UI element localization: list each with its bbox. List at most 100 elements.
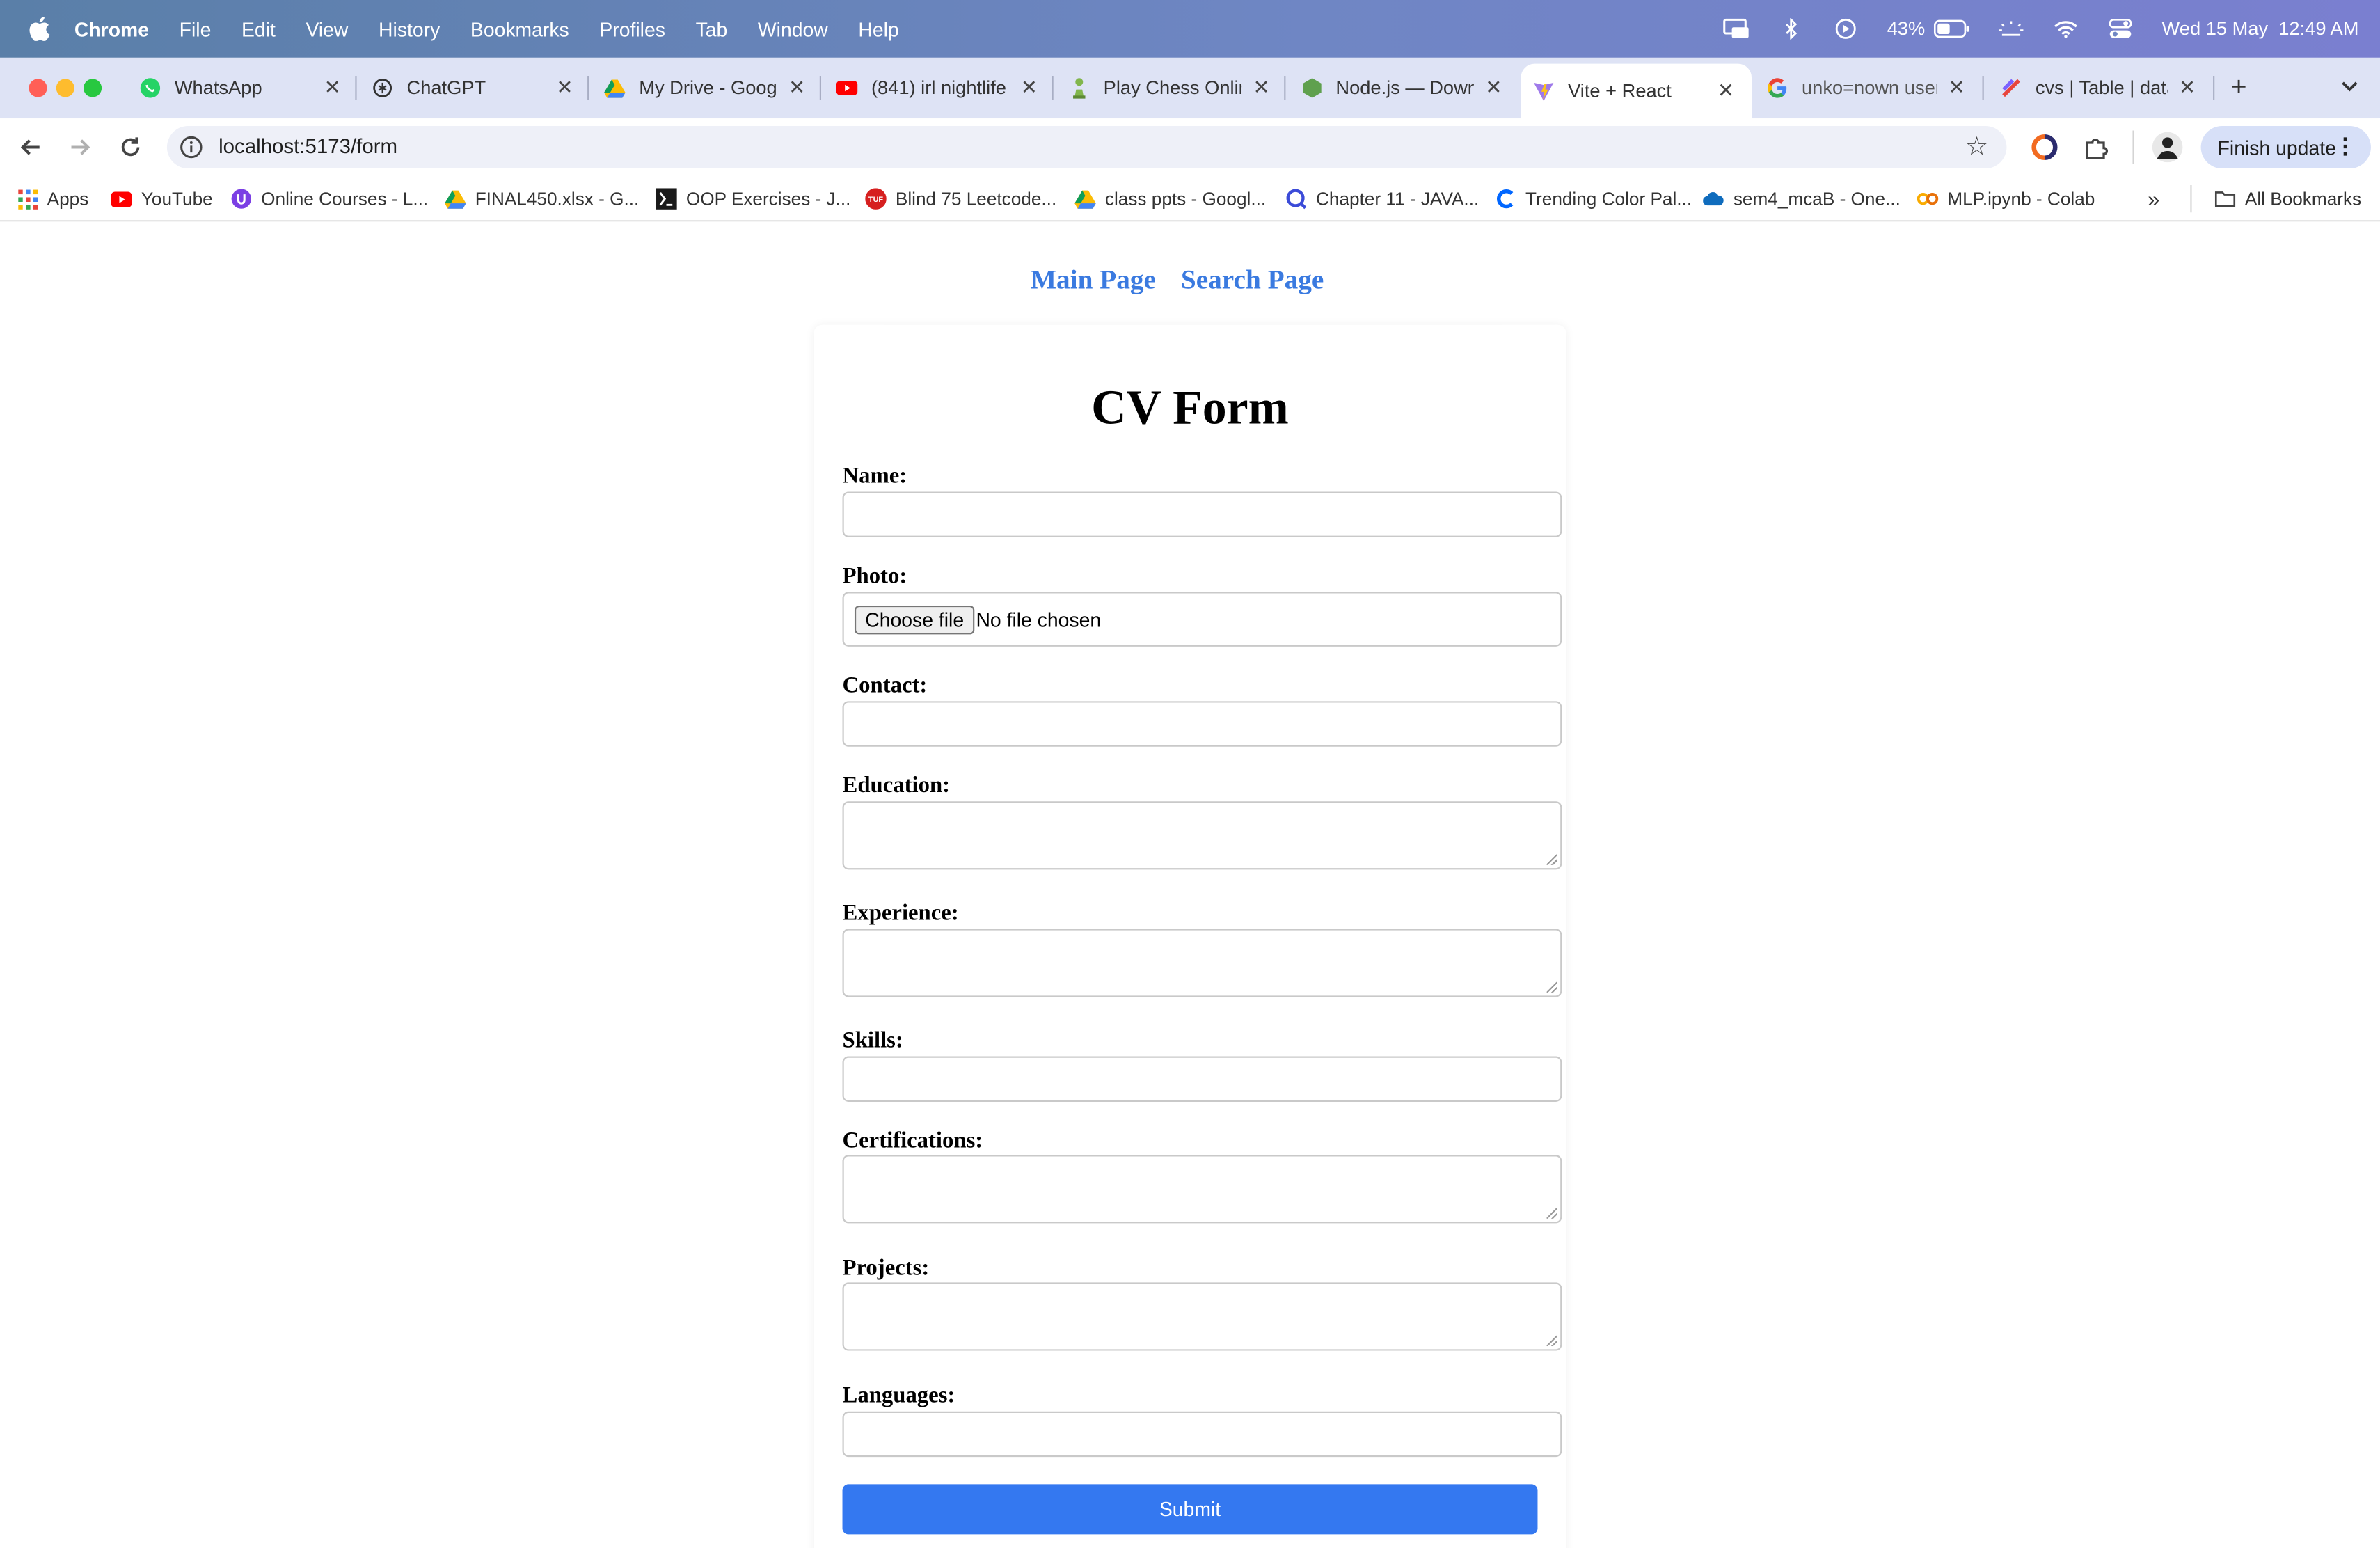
tab-divider [1052,76,1054,100]
close-icon[interactable]: ✕ [2177,76,2198,99]
tuf-icon: TUF [865,188,887,210]
tab-divider [355,76,357,100]
url-text[interactable]: localhost:5173/form [219,135,397,158]
all-bookmarks-button[interactable]: All Bookmarks [2214,187,2361,211]
tab-vite-react[interactable]: Vite + React ✕ [1521,63,1752,119]
reload-icon[interactable] [116,132,146,163]
tab-search-chevron-icon[interactable] [2335,71,2365,102]
bookmark-star-icon[interactable]: ☆ [1965,132,1988,163]
photo-file-input[interactable]: Choose file No file chosen [842,592,1562,647]
extensions-puzzle-icon[interactable] [2081,132,2111,163]
menu-view[interactable]: View [306,17,348,40]
languages-input[interactable] [842,1411,1562,1458]
contact-input[interactable] [842,701,1562,747]
main-page-link[interactable]: Main Page [1031,264,1156,296]
bookmark-label: Online Courses - L... [261,188,429,210]
tab-youtube[interactable]: (841) irl nightlife ✕ [836,67,1040,109]
bluetooth-icon[interactable] [1778,18,1805,40]
menu-history[interactable]: History [379,17,440,40]
close-window-button[interactable] [29,79,47,97]
close-icon[interactable]: ✕ [1715,79,1737,102]
address-bar[interactable]: localhost:5173/form ☆ [166,125,2007,169]
bookmark-label: class ppts - Googl... [1104,188,1267,210]
screen-mirroring-icon[interactable] [1723,18,1750,40]
menu-help[interactable]: Help [858,17,898,40]
google-icon [1767,77,1788,99]
choose-file-button[interactable]: Choose file [854,605,975,635]
skills-label: Skills: [842,1029,903,1054]
status-area: 43% Wed 15 May 12:49 AM [1723,0,2358,58]
tab-chess[interactable]: Play Chess Onlin ✕ [1069,67,1272,109]
nodejs-icon [1301,77,1322,99]
more-bookmarks-chevron-icon[interactable]: » [2148,187,2159,211]
datetime[interactable]: Wed 15 May 12:49 AM [2162,18,2359,40]
minimize-window-button[interactable] [56,79,74,97]
tab-title: My Drive - Googl [639,77,777,99]
onedrive-icon [1703,188,1724,210]
back-arrow-icon[interactable] [15,132,46,163]
brightness-icon[interactable] [1998,18,2025,40]
colab-icon [1917,188,1939,210]
bookmark-sem4[interactable]: sem4_mcaB - One... [1703,187,1901,211]
tab-my-drive[interactable]: My Drive - Googl ✕ [604,67,807,109]
menu-profiles[interactable]: Profiles [599,17,665,40]
bookmark-online-courses[interactable]: Online Courses - L... [231,187,429,211]
close-icon[interactable]: ✕ [1946,76,1967,99]
bookmark-blind75[interactable]: TUF Blind 75 Leetcode... [865,187,1056,211]
tab-chatgpt[interactable]: ChatGPT ✕ [372,67,575,109]
tab-google-search[interactable]: unko=nown user ✕ [1767,67,1967,109]
menu-file[interactable]: File [180,17,212,40]
close-icon[interactable]: ✕ [322,76,343,99]
control-center-icon[interactable] [2107,18,2134,40]
bookmark-apps[interactable]: Apps [17,187,88,211]
contact-label: Contact: [842,674,928,698]
apple-icon[interactable] [26,15,53,42]
tab-whatsapp[interactable]: WhatsApp ✕ [140,67,343,109]
bookmark-chapter11[interactable]: Chapter 11 - JAVA... [1285,187,1479,211]
experience-textarea[interactable] [842,929,1562,997]
menu-tab[interactable]: Tab [696,17,728,40]
finish-update-button[interactable]: Finish update ⋮ [2200,125,2371,169]
extension-arc-icon[interactable] [2029,132,2060,163]
screen: Chrome File Edit View History Bookmarks … [0,0,2380,1548]
menu-edit[interactable]: Edit [241,17,276,40]
name-input[interactable] [842,491,1562,537]
search-page-link[interactable]: Search Page [1181,264,1324,296]
projects-textarea[interactable] [842,1282,1562,1351]
close-icon[interactable]: ✕ [1019,76,1040,99]
bookmark-class-ppts[interactable]: class ppts - Googl... [1074,187,1266,211]
bookmark-final450[interactable]: FINAL450.xlsx - G... [445,187,639,211]
certifications-textarea[interactable] [842,1155,1562,1224]
forward-arrow-icon[interactable] [65,132,96,163]
bookmark-youtube[interactable]: YouTube [111,187,213,211]
menu-chrome[interactable]: Chrome [74,17,149,40]
education-textarea[interactable] [842,801,1562,870]
submit-button[interactable]: Submit [842,1484,1538,1535]
search-q-icon [1285,188,1307,210]
menu-window[interactable]: Window [758,17,828,40]
wifi-icon[interactable] [2053,18,2080,40]
zoom-window-button[interactable] [83,79,102,97]
menu-bookmarks[interactable]: Bookmarks [470,17,569,40]
more-vert-icon[interactable]: ⋮ [2335,134,2356,159]
bookmark-trending-colors[interactable]: Trending Color Pal... [1495,187,1692,211]
battery-icon[interactable] [1934,18,1970,40]
bookmark-mlp-colab[interactable]: MLP.ipynb - Colab [1917,187,2095,211]
tab-title: unko=nown user [1801,77,1937,99]
close-icon[interactable]: ✕ [1483,76,1505,99]
play-circle-icon[interactable] [1832,18,1859,40]
tab-cvs-table[interactable]: cvs | Table | data ✕ [2001,67,2198,109]
tab-title: Node.js — Downl [1335,77,1474,99]
bookmark-label: sem4_mcaB - One... [1733,188,1901,210]
tab-divider [2213,76,2215,100]
close-icon[interactable]: ✕ [786,76,808,99]
site-info-icon[interactable] [179,135,203,159]
close-icon[interactable]: ✕ [554,76,576,99]
bookmark-oop-exercises[interactable]: OOP Exercises - J... [656,187,850,211]
profile-avatar[interactable] [2152,132,2183,163]
skills-input[interactable] [842,1056,1562,1102]
tab-divider [587,76,589,100]
close-icon[interactable]: ✕ [1251,76,1272,99]
tab-nodejs[interactable]: Node.js — Downl ✕ [1301,67,1504,109]
new-tab-plus-icon[interactable]: + [2223,70,2254,102]
